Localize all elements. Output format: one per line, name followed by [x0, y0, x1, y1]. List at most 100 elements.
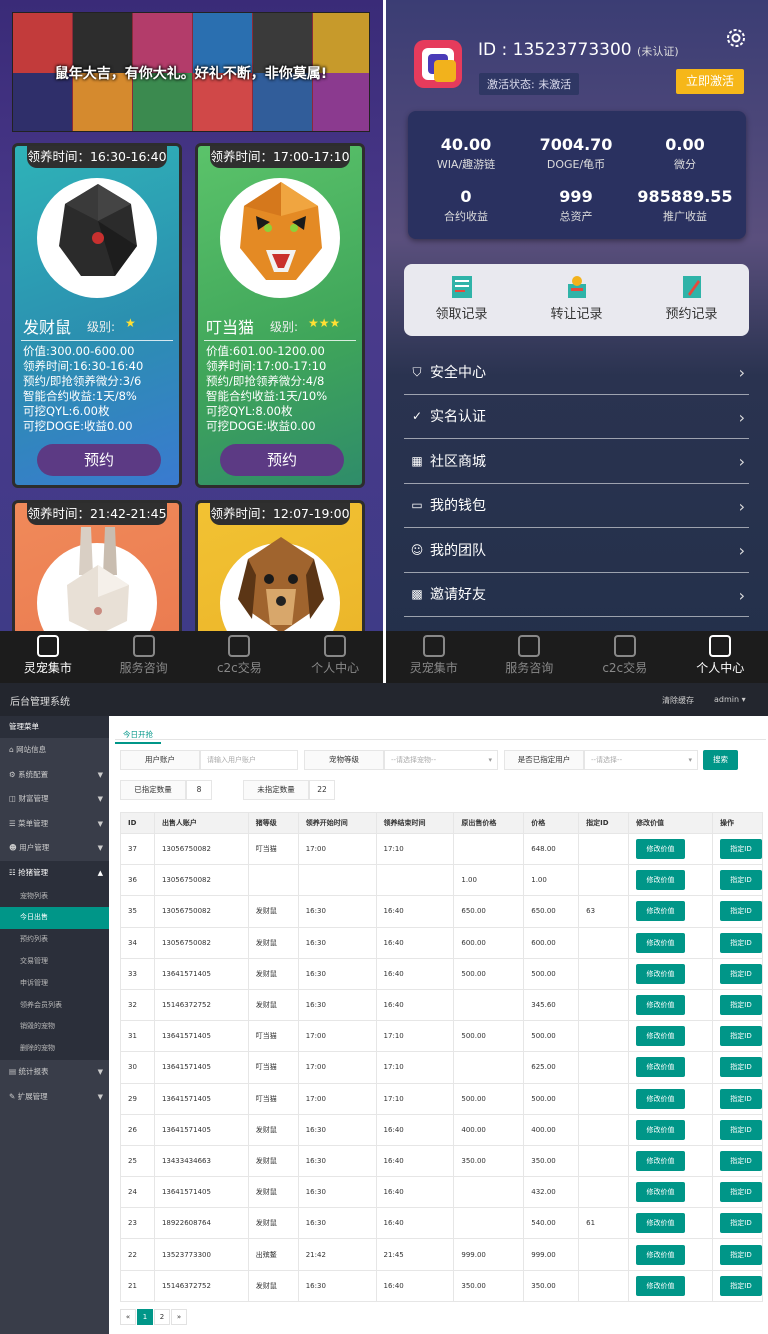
table-header: ID 出售人账户 猪等级 领养开始时间 领养结束时间 原出售价格 价格 指定ID 修改价值 操作 — [120, 812, 763, 834]
assign-id-button[interactable]: 指定ID — [720, 1213, 762, 1234]
page-next[interactable]: » — [171, 1309, 187, 1325]
sidebar-sub-deleted[interactable]: 删除的宠物 — [0, 1038, 109, 1060]
activate-button[interactable]: 立即激活 — [676, 69, 744, 94]
sidebar-item-wealth[interactable]: ◫ 财富管理 ▼ — [0, 787, 109, 812]
assign-id-button[interactable]: 指定ID — [720, 1275, 762, 1296]
menu-wallet[interactable]: ▭ 我的钱包 › — [404, 484, 749, 528]
select-value: --请选择宠物-- — [391, 756, 437, 764]
table-cell: 650.00 — [453, 895, 525, 928]
column-header: 出售人账户 — [153, 812, 249, 834]
table-row: 22 13523773300 出殡鳌 21:42 21:45 999.00 999.00 修改… — [120, 1238, 763, 1271]
table-cell: 13641571405 — [153, 1020, 249, 1053]
reserve-button[interactable]: 预约 — [220, 444, 344, 476]
page-prev[interactable]: « — [120, 1309, 136, 1325]
edit-value-button[interactable]: 修改价值 — [636, 901, 686, 922]
assign-id-button[interactable]: 指定ID — [720, 963, 762, 984]
pet-card[interactable]: 领养时间：17:00-17:10 叮当猫 级别: ★★★ 价值:601.00-1… — [195, 143, 365, 488]
edit-value-button[interactable]: 修改价值 — [636, 1119, 686, 1140]
user-account-input[interactable]: 请输入用户账户 — [200, 750, 298, 770]
edit-value-button[interactable]: 修改价值 — [636, 1275, 686, 1296]
edit-value-button[interactable]: 修改价值 — [636, 1057, 686, 1078]
pet-card[interactable]: 领养时间：16:30-16:40 发财鼠 级别: ★ 价值:300.00-600… — [12, 143, 182, 488]
assign-id-button[interactable]: 指定ID — [720, 1026, 762, 1047]
gear-icon[interactable] — [724, 26, 748, 50]
edit-value-button[interactable]: 修改价值 — [636, 1244, 686, 1265]
phone-screenshots: 鼠年大吉，有你大礼。好礼不断，非你莫属! 领养时间：16:30-16:40 发财… — [0, 0, 768, 683]
assign-id-button[interactable]: 指定ID — [720, 901, 762, 922]
transfer-record-icon — [567, 276, 586, 298]
pet-level-select[interactable]: --请选择宠物-- ▾ — [384, 750, 498, 770]
assign-id-button[interactable]: 指定ID — [720, 1244, 762, 1265]
sidebar-sub-trade[interactable]: 交易管理 — [0, 950, 109, 973]
sidebar-item-users[interactable]: ☻ 用户管理 ▼ — [0, 836, 109, 861]
reservation-records-button[interactable]: 预约记录 — [634, 264, 749, 336]
edit-value-button[interactable]: 修改价值 — [636, 839, 686, 860]
menu-verification[interactable]: ✓ 实名认证 › — [404, 395, 749, 439]
menu-mall[interactable]: ▦ 社区商城 › — [404, 439, 749, 484]
tab-personal[interactable]: 个人中心 — [673, 631, 768, 683]
table-cell: 指定ID — [712, 1176, 763, 1209]
assign-id-button[interactable]: 指定ID — [720, 870, 762, 891]
tab-service[interactable]: 服务咨询 — [482, 631, 578, 683]
table-cell: 33 — [120, 957, 155, 990]
transfer-records-button[interactable]: 转让记录 — [519, 264, 634, 336]
edit-value-button[interactable]: 修改价值 — [636, 1088, 686, 1109]
menu-invite[interactable]: ▩ 邀请好友 › — [404, 573, 749, 617]
profile-screen: ID : 13523773300 (未认证) 激活状态: 未激活 立即激活 40… — [386, 0, 768, 683]
assign-id-button[interactable]: 指定ID — [720, 932, 762, 953]
sidebar-sub-appeal[interactable]: 申诉管理 — [0, 972, 109, 995]
reserve-button[interactable]: 预约 — [37, 444, 161, 476]
edit-value-button[interactable]: 修改价值 — [636, 1150, 686, 1171]
table-row: 29 13641571405 叮当猫 17:00 17:10 500.00 500.00 修改… — [120, 1082, 763, 1115]
edit-value-button[interactable]: 修改价值 — [636, 870, 686, 891]
tab-market[interactable]: 灵宠集市 — [0, 631, 96, 683]
tab-personal[interactable]: 个人中心 — [287, 631, 383, 683]
assign-id-button[interactable]: 指定ID — [720, 1150, 762, 1171]
column-header: 领养结束时间 — [375, 812, 455, 834]
menu-team[interactable]: ☺ 我的团队 › — [404, 528, 749, 573]
rat-icon — [59, 184, 137, 276]
tab-service[interactable]: 服务咨询 — [96, 631, 192, 683]
sidebar-sub-pets[interactable]: 宠物列表 — [0, 885, 109, 908]
sidebar-item-system[interactable]: ⚙ 系统配置 ▼ — [0, 763, 109, 788]
edit-value-button[interactable]: 修改价值 — [636, 1026, 686, 1047]
sidebar-item-extend[interactable]: ✎ 扩展管理 ▼ — [0, 1085, 109, 1110]
user-menu[interactable]: admin ▾ — [714, 695, 746, 704]
sidebar-sub-reserve[interactable]: 预约列表 — [0, 929, 109, 951]
menu-security[interactable]: ⛉ 安全中心 › — [404, 350, 749, 395]
assign-id-button[interactable]: 指定ID — [720, 1057, 762, 1078]
admin-sidebar: 管理菜单 ⌂ 网站信息 ⚙ 系统配置 ▼ ◫ 财富管理 ▼ ☰ 菜单管理 ▼ ☻ 用户… — [0, 716, 109, 1334]
edit-value-button[interactable]: 修改价值 — [636, 963, 686, 984]
assign-id-button[interactable]: 指定ID — [720, 995, 762, 1016]
edit-value-button[interactable]: 修改价值 — [636, 1213, 686, 1234]
pet-info: 价值:300.00-600.00 领养时间:16:30-16:40 预约/即抢领… — [23, 344, 143, 434]
table-cell: 发财鼠 — [247, 1176, 299, 1209]
search-button[interactable]: 搜索 — [703, 750, 738, 770]
sidebar-sub-today[interactable]: 今日出售 — [0, 907, 109, 930]
sidebar-item-site[interactable]: ⌂ 网站信息 — [0, 738, 109, 763]
table-cell: 32 — [120, 988, 155, 1022]
sidebar-sub-destroyed[interactable]: 销毁的宠物 — [0, 1016, 109, 1039]
sidebar-item-stats[interactable]: ▤ 统计报表 ▼ — [0, 1060, 109, 1085]
page-2[interactable]: 2 — [154, 1309, 170, 1325]
claim-records-button[interactable]: 领取记录 — [404, 264, 519, 336]
assign-id-button[interactable]: 指定ID — [720, 1088, 762, 1109]
assign-id-button[interactable]: 指定ID — [720, 839, 762, 860]
assigned-select[interactable]: --请选择-- ▾ — [584, 750, 698, 770]
tab-c2c[interactable]: c2c交易 — [577, 631, 673, 683]
sidebar-sub-members[interactable]: 领养会员列表 — [0, 994, 109, 1017]
edit-value-button[interactable]: 修改价值 — [636, 995, 686, 1016]
promo-banner[interactable]: 鼠年大吉，有你大礼。好礼不断，非你莫属! — [12, 12, 370, 132]
edit-value-button[interactable]: 修改价值 — [636, 932, 686, 953]
tab-today[interactable]: 今日开抢 — [115, 726, 161, 744]
assign-id-button[interactable]: 指定ID — [720, 1182, 762, 1203]
tab-c2c[interactable]: c2c交易 — [192, 631, 288, 683]
sidebar-item-pig[interactable]: ☷ 抢猪管理 ▲ — [0, 860, 109, 886]
edit-value-button[interactable]: 修改价值 — [636, 1182, 686, 1203]
assign-id-button[interactable]: 指定ID — [720, 1119, 762, 1140]
sidebar-item-menu[interactable]: ☰ 菜单管理 ▼ — [0, 812, 109, 837]
tab-market[interactable]: 灵宠集市 — [386, 631, 482, 683]
page-1[interactable]: 1 — [137, 1309, 153, 1325]
table-cell: 21:42 — [297, 1238, 377, 1271]
clear-cache-link[interactable]: 清除缓存 — [662, 695, 694, 706]
